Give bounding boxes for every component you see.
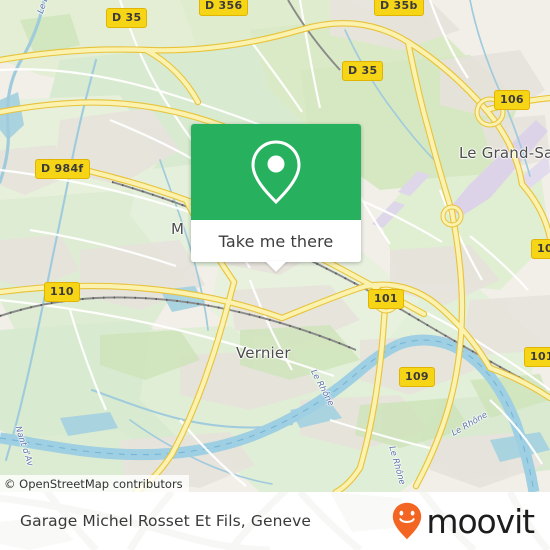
- map-pin-icon: [248, 138, 304, 206]
- road-shield-d35-b[interactable]: D 35: [342, 61, 384, 81]
- map-screen: Le Grand-Sacc Vernier M Le Lion Le Rhône…: [0, 0, 550, 550]
- osm-attribution[interactable]: © OpenStreetMap contributors: [0, 475, 189, 492]
- moovit-pin-smiley-icon: [392, 502, 422, 540]
- map-viewport[interactable]: Le Grand-Sacc Vernier M Le Lion Le Rhône…: [0, 0, 550, 492]
- osm-attribution-text: © OpenStreetMap contributors: [4, 476, 183, 491]
- road-shield-d35b[interactable]: D 35b: [374, 0, 424, 16]
- moovit-brand[interactable]: moovit: [392, 501, 535, 541]
- road-shield-106-a[interactable]: 106: [494, 90, 530, 110]
- location-title: Garage Michel Rosset Et Fils, Geneve: [20, 512, 312, 530]
- popup-hero: [191, 124, 361, 220]
- road-shield-d35-a[interactable]: D 35: [106, 8, 148, 28]
- take-me-there-button[interactable]: Take me there: [191, 220, 361, 262]
- location-popup-card[interactable]: Take me there: [191, 124, 361, 272]
- road-shield-d984f[interactable]: D 984f: [35, 159, 90, 179]
- take-me-there-label: Take me there: [218, 231, 334, 251]
- footer-bar: Garage Michel Rosset Et Fils, Geneve moo…: [0, 492, 550, 550]
- road-shield-101-b[interactable]: 101: [524, 347, 550, 367]
- road-shield-109[interactable]: 109: [399, 367, 435, 387]
- road-shield-d356[interactable]: D 356: [199, 0, 249, 16]
- road-shield-106-b[interactable]: 106: [531, 239, 550, 259]
- road-shield-110[interactable]: 110: [44, 282, 80, 302]
- road-shield-101-a[interactable]: 101: [368, 289, 404, 309]
- moovit-wordmark: moovit: [426, 501, 535, 541]
- popup-pointer-tail: [265, 261, 287, 272]
